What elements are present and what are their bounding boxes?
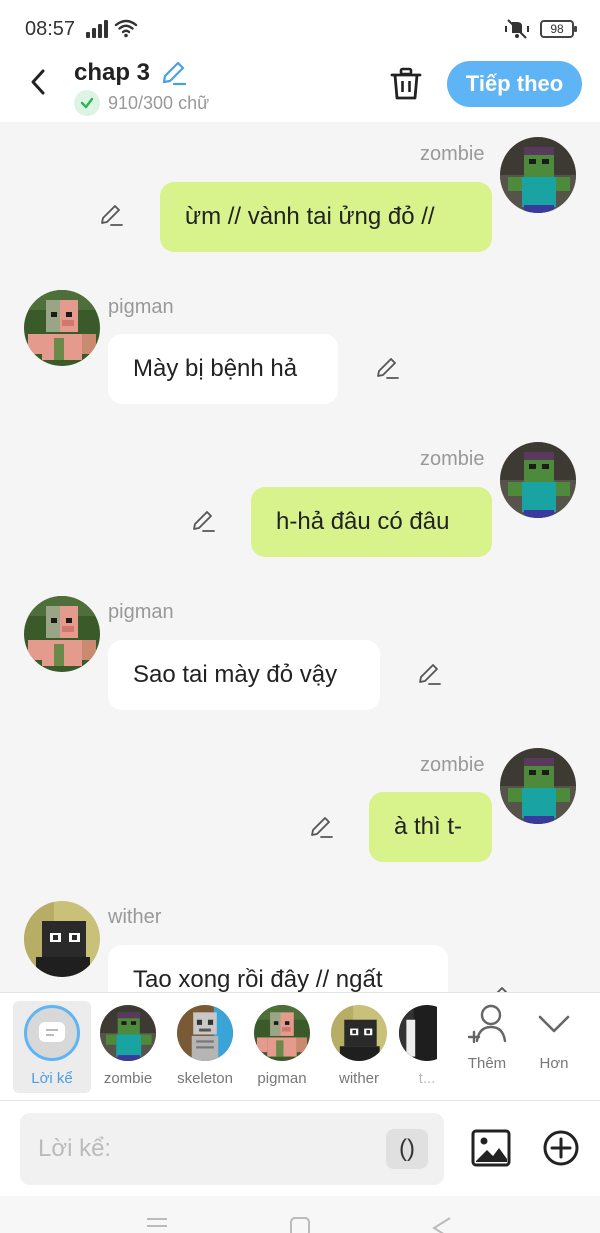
pencil-icon [496,987,507,992]
edit-message-button[interactable] [414,659,444,689]
speaker-name: zombie [420,754,485,776]
narration-input[interactable] [38,1113,378,1185]
avatar-pigman [254,1005,310,1061]
message-bubble[interactable]: Tao xong rồi đây // ngất [108,945,448,992]
speaker-name: pigman [108,601,174,623]
pencil-icon [162,61,187,86]
pencil-icon [101,205,123,226]
character-label: pigman [257,1070,307,1087]
avatar-zombie[interactable] [500,137,576,213]
character-partial[interactable]: t... [397,1001,437,1093]
composer: () [0,1100,600,1196]
status-icons-right: 98 [504,18,577,40]
system-navigation-bar [0,1196,600,1233]
character-narrator[interactable]: Lời kể [13,1001,91,1093]
composer-box: () [20,1113,444,1185]
back-arrow-icon [31,69,45,95]
character-label: t... [418,1070,436,1087]
pencil-icon [193,511,215,532]
character-label: zombie [103,1070,153,1087]
edit-message-button[interactable] [306,812,336,842]
avatar-partial [399,1005,437,1061]
character-zombie[interactable]: zombie [89,1001,167,1093]
edit-title-button[interactable] [158,58,188,88]
status-icons-left [86,18,138,38]
pencil-icon [311,817,333,838]
avatar-zombie[interactable] [500,748,576,824]
avatar-zombie[interactable] [500,442,576,518]
character-label: wither [338,1070,379,1087]
message-bubble[interactable]: à thì t- [369,792,492,862]
add-user-icon [467,1004,507,1044]
title-area: chap 3 910/300 chữ [74,58,209,116]
chapter-title: chap 3 [74,59,151,86]
check-icon [74,90,100,116]
add-label: Thêm [467,1055,507,1072]
speaker-name: pigman [108,296,174,318]
insert-image-button[interactable] [470,1127,512,1169]
chat-area[interactable]: zombie ừm // vành tai ửng đỏ // pigman M… [0,122,600,992]
avatar-skeleton [177,1005,233,1061]
back-nav-icon[interactable] [430,1216,454,1233]
more-label: Hơn [539,1055,569,1072]
plus-circle-icon [543,1130,579,1166]
speech-bubble-icon [39,1022,65,1042]
signal-icon [86,20,108,38]
add-button[interactable] [540,1127,582,1169]
pencil-icon [419,664,441,685]
back-button[interactable] [22,66,54,98]
avatar-wither[interactable] [24,901,100,977]
message-bubble[interactable]: Mày bị bệnh hả [108,334,338,404]
character-pigman[interactable]: pigman [243,1001,321,1093]
image-icon [471,1129,511,1167]
character-label: skeleton [177,1070,233,1087]
message-bubble[interactable]: h-hả đâu có đâu [251,487,492,557]
parenthesis-button[interactable]: () [386,1129,428,1169]
pencil-icon [377,358,399,379]
add-character-button[interactable]: Thêm [452,1001,522,1081]
delete-button[interactable] [386,64,426,104]
edit-message-button[interactable] [483,982,513,992]
speaker-name: zombie [420,448,485,470]
narrator-avatar [24,1005,80,1061]
speaker-name: zombie [420,143,485,165]
avatar-pigman[interactable] [24,596,100,672]
chevron-down-icon [538,1015,570,1033]
edit-message-button[interactable] [96,200,126,230]
home-icon[interactable] [288,1216,312,1233]
more-button[interactable]: Hơn [519,1001,589,1081]
avatar-pigman[interactable] [24,290,100,366]
menu-icon[interactable] [145,1216,169,1233]
character-skeleton[interactable]: skeleton [166,1001,244,1093]
status-bar: 08:57 98 [0,0,600,56]
status-time: 08:57 [25,18,76,40]
edit-message-button[interactable] [188,506,218,536]
next-button[interactable]: Tiếp theo [447,61,582,107]
word-count: 910/300 chữ [108,92,210,113]
avatar-wither [331,1005,387,1061]
trash-icon [390,67,422,100]
mute-vibrate-icon [505,19,529,39]
character-bar: Lời kể zombie skeleton pigman wither t..… [0,992,600,1100]
avatar-zombie [100,1005,156,1061]
battery-icon: 98 [540,20,577,38]
header: chap 3 910/300 chữ Tiếp theo [0,56,600,122]
message-bubble[interactable]: Sao tai mày đỏ vậy [108,640,380,710]
edit-message-button[interactable] [372,353,402,383]
message-bubble[interactable]: ừm // vành tai ửng đỏ // [160,182,492,252]
character-label: Lời kể [31,1070,73,1087]
character-wither[interactable]: wither [320,1001,398,1093]
wifi-icon [114,19,138,38]
speaker-name: wither [108,906,162,928]
